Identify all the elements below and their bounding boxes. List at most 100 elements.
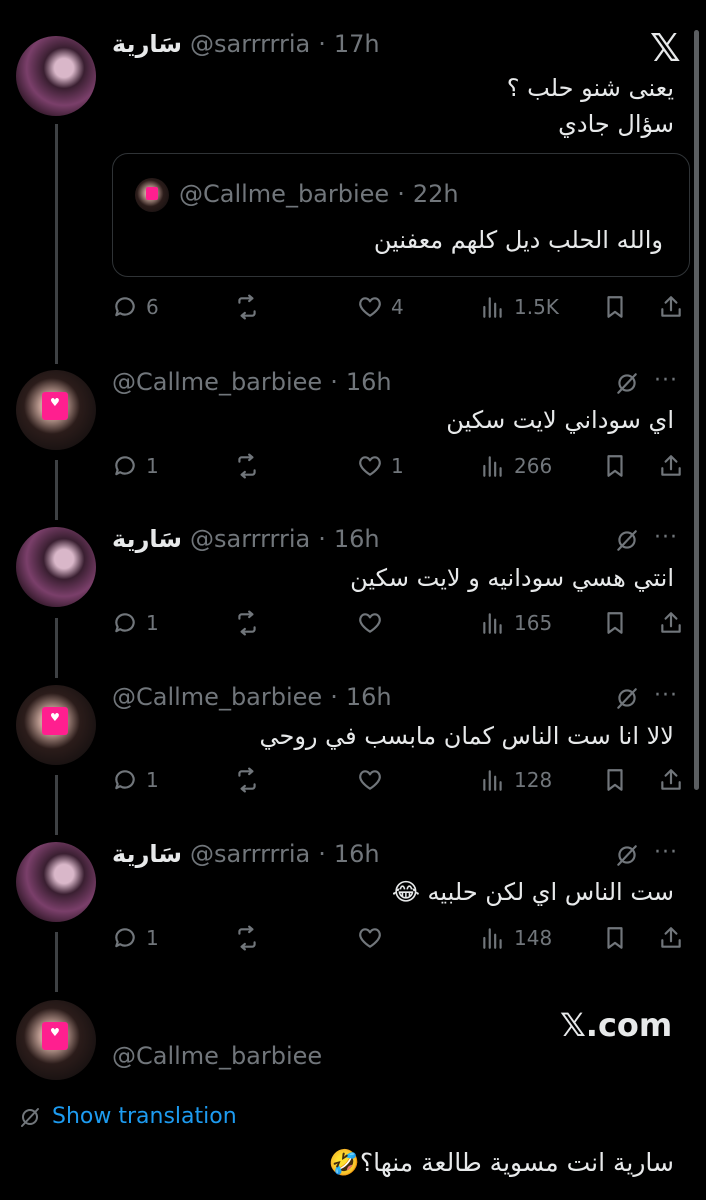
show-translation-label: Show translation: [52, 1104, 237, 1129]
bookmark-button[interactable]: [602, 767, 628, 793]
share-button[interactable]: [658, 767, 684, 793]
timestamp[interactable]: 16h: [334, 525, 380, 553]
handle[interactable]: @Callme_barbiee: [112, 683, 322, 711]
avatar[interactable]: [16, 527, 96, 607]
avatar[interactable]: [16, 370, 96, 450]
bookmark-button[interactable]: [602, 925, 628, 951]
views-count: 1.5K: [514, 295, 559, 319]
quote-timestamp: 22h: [412, 180, 459, 208]
timestamp[interactable]: 16h: [334, 840, 380, 868]
bookmark-icon: [607, 769, 623, 791]
views-icon: [483, 613, 502, 634]
more-icon[interactable]: ···: [654, 525, 678, 550]
quoted-tweet[interactable]: @Callme_barbiee · 22h والله الحلب ديل كل…: [112, 153, 690, 277]
repost-button[interactable]: [234, 453, 268, 479]
grok-icon[interactable]: [614, 527, 640, 553]
bookmark-button[interactable]: [602, 453, 628, 479]
grok-icon[interactable]: [614, 685, 640, 711]
reply-button[interactable]: 1: [112, 453, 159, 479]
repost-button[interactable]: [234, 610, 268, 636]
display-name[interactable]: سَارية: [112, 840, 182, 868]
repost-button[interactable]: [234, 925, 268, 951]
x-com-watermark: 𝕏.com: [560, 1006, 673, 1044]
like-button[interactable]: 1: [357, 453, 404, 479]
avatar[interactable]: [16, 1000, 96, 1080]
more-icon[interactable]: ···: [654, 683, 678, 708]
timestamp[interactable]: 16h: [346, 683, 392, 711]
reply-icon: [115, 770, 135, 790]
timestamp[interactable]: 17h: [334, 30, 380, 58]
handle[interactable]: @sarrrrria: [190, 840, 310, 868]
handle[interactable]: @sarrrrria: [190, 525, 310, 553]
handle[interactable]: @sarrrrria: [190, 30, 310, 58]
views-button[interactable]: 266: [480, 453, 552, 479]
like-icon: [359, 613, 381, 633]
more-icon[interactable]: ···: [654, 840, 678, 865]
reply-icon: [115, 613, 135, 633]
reply-count: 1: [146, 454, 159, 478]
reply-button[interactable]: 6: [112, 294, 159, 320]
thread-line: [55, 932, 58, 992]
handle[interactable]: @Callme_barbiee: [112, 368, 322, 396]
like-icon: [359, 297, 381, 317]
like-button[interactable]: [357, 767, 391, 793]
like-button[interactable]: [357, 610, 391, 636]
views-button[interactable]: 1.5K: [480, 294, 559, 320]
grok-icon[interactable]: [614, 842, 640, 868]
share-icon: [661, 612, 681, 633]
reply-count: 1: [146, 768, 159, 792]
views-icon: [483, 297, 502, 318]
avatar[interactable]: [16, 36, 96, 116]
share-icon: [661, 769, 681, 790]
share-button[interactable]: [658, 925, 684, 951]
avatar[interactable]: [16, 685, 96, 765]
tweet-text: سؤال جادي: [558, 110, 674, 138]
share-icon: [661, 296, 681, 317]
display-name[interactable]: سَارية: [112, 30, 182, 58]
thread-line: [55, 775, 58, 835]
scrollbar[interactable]: [694, 30, 699, 790]
translate-icon: [21, 1107, 39, 1127]
share-button[interactable]: [658, 294, 684, 320]
reply-button[interactable]: 1: [112, 610, 159, 636]
separator: ·: [330, 683, 338, 711]
like-icon: [359, 456, 381, 476]
repost-button[interactable]: [234, 767, 268, 793]
more-icon[interactable]: ···: [654, 368, 678, 393]
views-icon: [483, 770, 502, 791]
separator: ·: [318, 30, 326, 58]
share-icon: [661, 927, 681, 948]
handle[interactable]: @Callme_barbiee: [112, 1042, 322, 1070]
repost-button[interactable]: [234, 294, 268, 320]
share-button[interactable]: [658, 453, 684, 479]
timestamp[interactable]: 16h: [346, 368, 392, 396]
tweet-header: سَارية @sarrrrria · 17h: [112, 30, 380, 58]
like-count: 4: [391, 295, 404, 319]
like-button[interactable]: [357, 925, 391, 951]
avatar[interactable]: [16, 842, 96, 922]
quote-handle: @Callme_barbiee: [179, 180, 390, 208]
reply-button[interactable]: 1: [112, 767, 159, 793]
tweet-text: لالا انا ست الناس كمان مابسب في روحي: [259, 722, 674, 750]
tweet-header: @Callme_barbiee · 16h: [112, 683, 392, 711]
reply-button[interactable]: 1: [112, 925, 159, 951]
reply-count: 6: [146, 295, 159, 319]
tweet-header: سَارية @sarrrrria · 16h: [112, 525, 380, 553]
thread-line: [55, 618, 58, 678]
views-button[interactable]: 128: [480, 767, 552, 793]
x-logo: 𝕏: [650, 26, 681, 70]
show-translation-button[interactable]: Show translation: [18, 1104, 237, 1129]
like-button[interactable]: 4: [357, 294, 404, 320]
tweet-text: سارية انت مسوية طالعة منها؟🤣: [328, 1148, 674, 1177]
views-icon: [483, 928, 502, 949]
bookmark-button[interactable]: [602, 294, 628, 320]
thread-line: [55, 460, 58, 520]
quote-avatar: [135, 178, 169, 212]
repost-icon: [238, 453, 256, 479]
display-name[interactable]: سَارية: [112, 525, 182, 553]
grok-icon[interactable]: [614, 370, 640, 396]
views-button[interactable]: 148: [480, 925, 552, 951]
share-button[interactable]: [658, 610, 684, 636]
views-button[interactable]: 165: [480, 610, 552, 636]
bookmark-button[interactable]: [602, 610, 628, 636]
